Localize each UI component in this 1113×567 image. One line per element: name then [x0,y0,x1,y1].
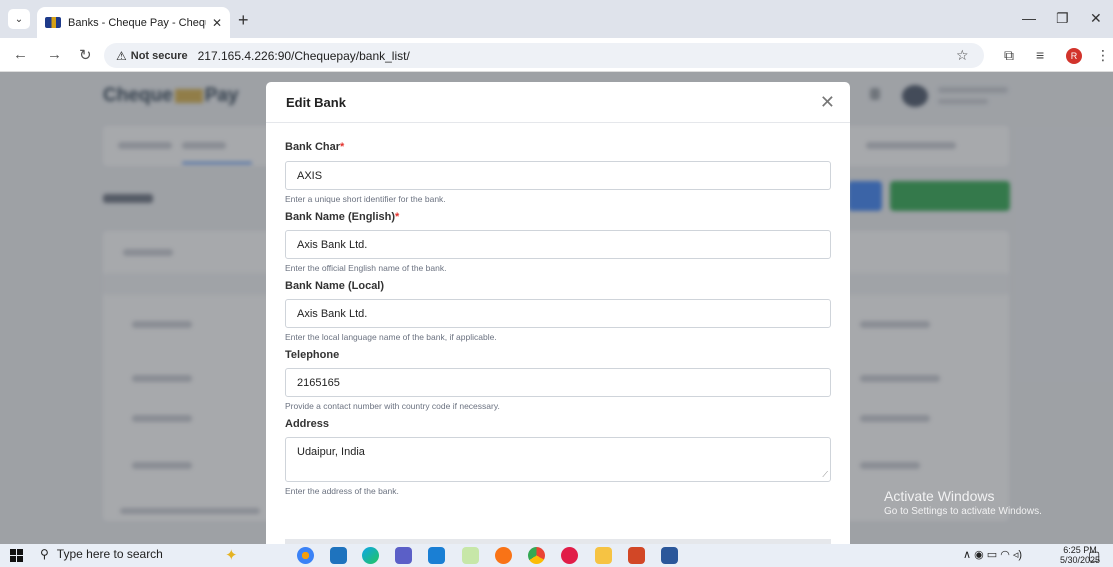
reload-icon[interactable]: ↻ [79,46,92,64]
extensions-icon[interactable]: ⧉ [1004,47,1014,64]
browser-toolbar: ← → ↻ ⚠ Not secure 217.165.4.226:90/Cheq… [0,38,1113,72]
app-icon-green[interactable] [462,547,479,564]
word-icon[interactable] [661,547,678,564]
windows-taskbar: ⚲ Type here to search ✦ ∧ ◉ ▭ ◠ ◃) 6:25 … [0,544,1113,567]
file-explorer-icon[interactable] [595,547,612,564]
close-icon[interactable]: ✕ [820,92,835,113]
firefox-icon[interactable] [495,547,512,564]
address-label: Address [285,418,330,430]
telephone-label: Telephone [285,349,340,361]
minimize-button[interactable]: — [1022,10,1036,26]
windows-start-icon[interactable] [10,549,23,562]
telephone-input[interactable]: 2165165 [285,368,831,397]
address-textarea[interactable]: Udaipur, India ⟋ [285,437,831,482]
search-icon: ⚲ [40,547,49,561]
forward-icon[interactable]: → [47,46,62,63]
bank-name-local-hint: Enter the local language name of the ban… [285,332,497,342]
resize-handle-icon[interactable]: ⟋ [822,470,828,480]
modal-title: Edit Bank [286,94,346,110]
bank-name-local-input[interactable]: Axis Bank Ltd. [285,299,831,328]
vscode-icon[interactable] [428,547,445,564]
browser-tab[interactable]: Banks - Cheque Pay - Cheque P ✕ [37,7,230,38]
outlook-icon[interactable] [330,547,347,564]
bank-name-english-label: Bank Name (English)* [285,211,400,223]
teams-icon[interactable] [395,547,412,564]
copilot-sparkle-icon[interactable]: ✦ [225,546,238,564]
profile-avatar[interactable]: R [1066,48,1082,64]
telephone-hint: Provide a contact number with country co… [285,401,500,411]
chrome-icon[interactable] [528,547,545,564]
bank-char-input[interactable]: AXIS [285,161,831,190]
not-secure-label: Not secure [130,49,188,62]
bank-char-hint: Enter a unique short identifier for the … [285,194,446,204]
system-tray[interactable]: ∧ ◉ ▭ ◠ ◃) [963,548,1022,561]
edge-icon[interactable] [362,547,379,564]
bookmark-star-icon[interactable]: ☆ [956,47,969,64]
bank-name-english-hint: Enter the official English name of the b… [285,263,447,273]
browser-tab-bar: ⌄ Banks - Cheque Pay - Cheque P ✕ + — ❐ … [0,0,1113,38]
address-hint: Enter the address of the bank. [285,486,399,496]
tab-title: Banks - Cheque Pay - Cheque P [68,16,206,29]
restore-button[interactable]: ❐ [1056,10,1069,27]
address-bar[interactable]: ⚠ Not secure 217.165.4.226:90/Chequepay/… [104,43,984,68]
site-favicon-icon [45,17,61,28]
reading-list-icon[interactable]: ≡ [1036,47,1044,63]
back-icon[interactable]: ← [13,46,28,63]
address-value: Udaipur, India [297,446,365,458]
record-icon[interactable] [561,547,578,564]
warning-icon: ⚠ [116,48,127,63]
bank-char-label: Bank Char* [285,141,345,153]
edit-bank-modal: Edit Bank ✕ Bank Char* AXIS Enter a uniq… [266,82,850,544]
new-tab-button[interactable]: + [238,10,249,31]
url-text: 217.165.4.226:90/Chequepay/bank_list/ [197,48,410,63]
activate-windows-watermark: Activate Windows Go to Settings to activ… [884,488,1042,517]
widgets-icon[interactable] [297,547,314,564]
bank-name-local-label: Bank Name (Local) [285,280,385,292]
modal-header: Edit Bank ✕ [266,82,850,123]
browser-menu-icon[interactable]: ⋮ [1096,47,1110,64]
tab-search-button[interactable]: ⌄ [8,9,30,29]
taskbar-search[interactable]: ⚲ Type here to search [40,547,163,561]
close-window-button[interactable]: ✕ [1090,10,1102,27]
notification-icon[interactable]: ▢ [1088,548,1100,564]
powerpoint-icon[interactable] [628,547,645,564]
search-placeholder: Type here to search [56,547,163,561]
edit-bank-form: Bank Char* AXIS Enter a unique short ide… [266,141,850,496]
bank-name-english-input[interactable]: Axis Bank Ltd. [285,230,831,259]
tab-close-icon[interactable]: ✕ [212,16,222,30]
